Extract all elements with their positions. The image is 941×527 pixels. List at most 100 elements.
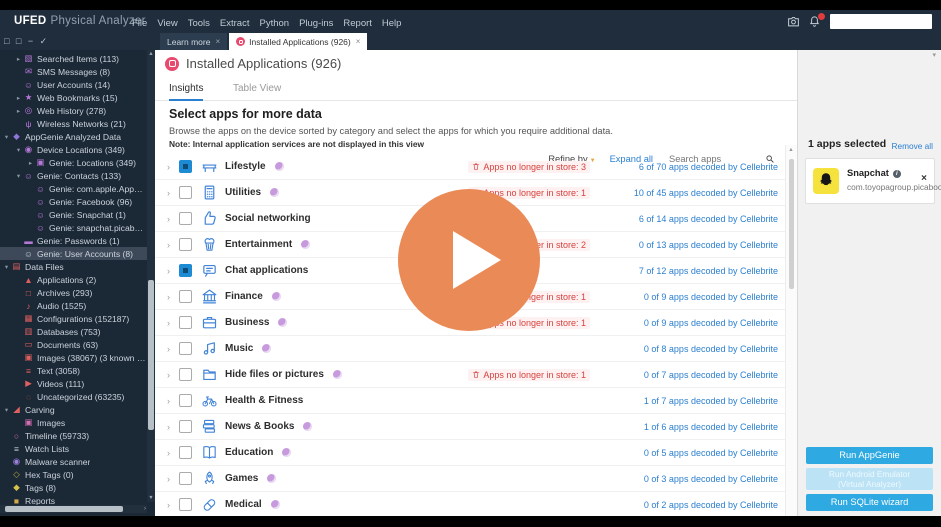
tree-item[interactable]: ▥ Databases (753): [0, 325, 147, 338]
global-search-input[interactable]: [830, 15, 941, 28]
category-checkbox[interactable]: [179, 212, 192, 225]
decoded-count-link[interactable]: 0 of 5 apps decoded by Cellebrite: [606, 448, 778, 458]
decoded-count-link[interactable]: 0 of 3 apps decoded by Cellebrite: [606, 474, 778, 484]
menu-item[interactable]: Help: [382, 12, 402, 35]
decoded-count-link[interactable]: 0 of 9 apps decoded by Cellebrite: [606, 292, 778, 302]
run-sqlite-wizard-button[interactable]: Run SQLite wizard: [806, 494, 933, 511]
decoded-count-link[interactable]: 1 of 7 apps decoded by Cellebrite: [606, 396, 778, 406]
tree-item[interactable]: ☺ Genie: snapchat.picaboo (1): [0, 221, 147, 234]
remove-all-link[interactable]: Remove all: [891, 141, 933, 151]
expand-arrow-icon[interactable]: [167, 240, 179, 250]
tab-insights[interactable]: Insights: [169, 78, 204, 101]
sidebar-horizontal-scrollbar[interactable]: ›: [0, 505, 147, 513]
tree-item[interactable]: ▾ ▤ Data Files: [0, 260, 147, 273]
menu-item[interactable]: Python: [259, 12, 289, 35]
category-checkbox[interactable]: [179, 472, 192, 485]
category-label[interactable]: Hide files or pictures: [225, 369, 324, 380]
tree-item[interactable]: ▦ Configurations (152187): [0, 312, 147, 325]
decoded-count-link[interactable]: 6 of 70 apps decoded by Cellebrite: [606, 162, 778, 172]
category-label[interactable]: Entertainment: [225, 239, 292, 250]
expand-arrow-icon[interactable]: [167, 370, 179, 380]
tree-item[interactable]: ▣ Images (38067) (3 known files): [0, 351, 147, 364]
expand-arrow-icon[interactable]: [167, 396, 179, 406]
tree-item[interactable]: ♪ Audio (1525): [0, 299, 147, 312]
category-label[interactable]: News & Books: [225, 421, 294, 432]
category-label[interactable]: Business: [225, 317, 269, 328]
tree-item[interactable]: ▾ ◆ AppGenie Analyzed Data: [0, 130, 147, 143]
scroll-up-icon[interactable]: ▲: [147, 51, 155, 57]
tree-item[interactable]: ☺ Genie: User Accounts (8): [0, 247, 147, 260]
expand-arrow-icon[interactable]: [167, 214, 179, 224]
tree-item[interactable]: ▾ ☺ Genie: Contacts (133): [0, 169, 147, 182]
list-vertical-scrollbar[interactable]: ▲: [785, 145, 797, 516]
expand-arrow-icon[interactable]: [167, 162, 179, 172]
category-checkbox[interactable]: [179, 238, 192, 251]
expand-arrow-icon[interactable]: ▸: [26, 159, 35, 167]
category-checkbox[interactable]: [179, 394, 192, 407]
global-search-box[interactable]: ▾: [830, 14, 941, 29]
tree-item[interactable]: □ Archives (293): [0, 286, 147, 299]
expand-arrow-icon[interactable]: ▸: [14, 55, 23, 63]
tree-item[interactable]: ▭ Documents (63): [0, 338, 147, 351]
category-checkbox[interactable]: [179, 342, 192, 355]
tree-item[interactable]: ▬ Genie: Passwords (1): [0, 234, 147, 247]
tree-item[interactable]: ≡ Text (3058): [0, 364, 147, 377]
menu-item[interactable]: Plug-ins: [299, 12, 333, 35]
expand-arrow-icon[interactable]: ▾: [2, 406, 11, 414]
tree-item[interactable]: ≡ Watch Lists: [0, 442, 147, 455]
category-label[interactable]: Games: [225, 473, 258, 484]
decoded-count-link[interactable]: 0 of 8 apps decoded by Cellebrite: [606, 344, 778, 354]
tree-item[interactable]: ☺ Genie: com.apple.AppStore (35): [0, 182, 147, 195]
tree-item[interactable]: ☺ Genie: Facebook (96): [0, 195, 147, 208]
collapse-chevron-icon[interactable]: ▾: [932, 51, 936, 59]
tab-installed-applications[interactable]: Installed Applications (926) ×: [229, 33, 368, 50]
category-label[interactable]: Education: [225, 447, 273, 458]
tree-item[interactable]: ✉ SMS Messages (8): [0, 65, 147, 78]
category-label[interactable]: Lifestyle: [225, 161, 266, 172]
category-label[interactable]: Chat applications: [225, 265, 308, 276]
decoded-count-link[interactable]: 0 of 2 apps decoded by Cellebrite: [606, 500, 778, 510]
category-label[interactable]: Medical: [225, 499, 262, 510]
menu-item[interactable]: View: [157, 12, 177, 35]
sidebar-toolbar[interactable]: □ □ − ✓: [4, 33, 49, 50]
menu-item[interactable]: Extract: [220, 12, 250, 35]
tab-close-icon[interactable]: ×: [356, 37, 361, 46]
tab-table-view[interactable]: Table View: [233, 78, 281, 99]
expand-arrow-icon[interactable]: ▾: [2, 263, 11, 271]
tab-learn-more[interactable]: Learn more ×: [160, 33, 228, 50]
expand-arrow-icon[interactable]: ▸: [14, 107, 23, 115]
scroll-up-icon[interactable]: ▲: [786, 147, 796, 153]
menu-item[interactable]: Report: [343, 12, 372, 35]
tree-item[interactable]: ▸ ★ Web Bookmarks (15): [0, 91, 147, 104]
info-icon[interactable]: [892, 170, 901, 178]
category-checkbox[interactable]: [179, 446, 192, 459]
decoded-count-link[interactable]: 7 of 12 apps decoded by Cellebrite: [606, 266, 778, 276]
expand-arrow-icon[interactable]: ▾: [2, 133, 11, 141]
menu-item[interactable]: Tools: [188, 12, 210, 35]
category-label[interactable]: Music: [225, 343, 253, 354]
tree-item[interactable]: ○ Timeline (59733): [0, 429, 147, 442]
tree-item[interactable]: ▾ ◢ Carving: [0, 403, 147, 416]
scrollbar-thumb[interactable]: [148, 280, 154, 430]
scrollbar-thumb[interactable]: [788, 159, 794, 289]
tree-item[interactable]: ▸ ◎ Web History (278): [0, 104, 147, 117]
decoded-count-link[interactable]: 0 of 7 apps decoded by Cellebrite: [606, 370, 778, 380]
expand-arrow-icon[interactable]: [167, 422, 179, 432]
decoded-count-link[interactable]: 0 of 13 apps decoded by Cellebrite: [606, 240, 778, 250]
tree-item[interactable]: ▶ Videos (111): [0, 377, 147, 390]
menu-item[interactable]: File: [132, 12, 147, 35]
category-label[interactable]: Utilities: [225, 187, 261, 198]
expand-arrow-icon[interactable]: [167, 344, 179, 354]
tree-item[interactable]: ◆ Tags (8): [0, 481, 147, 494]
expand-arrow-icon[interactable]: ▾: [14, 172, 23, 180]
category-label[interactable]: Finance: [225, 291, 263, 302]
category-checkbox[interactable]: [179, 316, 192, 329]
run-appgenie-button[interactable]: Run AppGenie: [806, 447, 933, 464]
tab-close-icon[interactable]: ×: [215, 37, 220, 46]
tree-item[interactable]: ▸ ▧ Searched Items (113): [0, 52, 147, 65]
remove-app-icon[interactable]: ×: [921, 173, 927, 184]
expand-arrow-icon[interactable]: [167, 500, 179, 510]
tree-item[interactable]: ◌ Uncategorized (63235): [0, 390, 147, 403]
screenshot-camera-icon[interactable]: [786, 15, 801, 28]
category-label[interactable]: Health & Fitness: [225, 395, 303, 406]
